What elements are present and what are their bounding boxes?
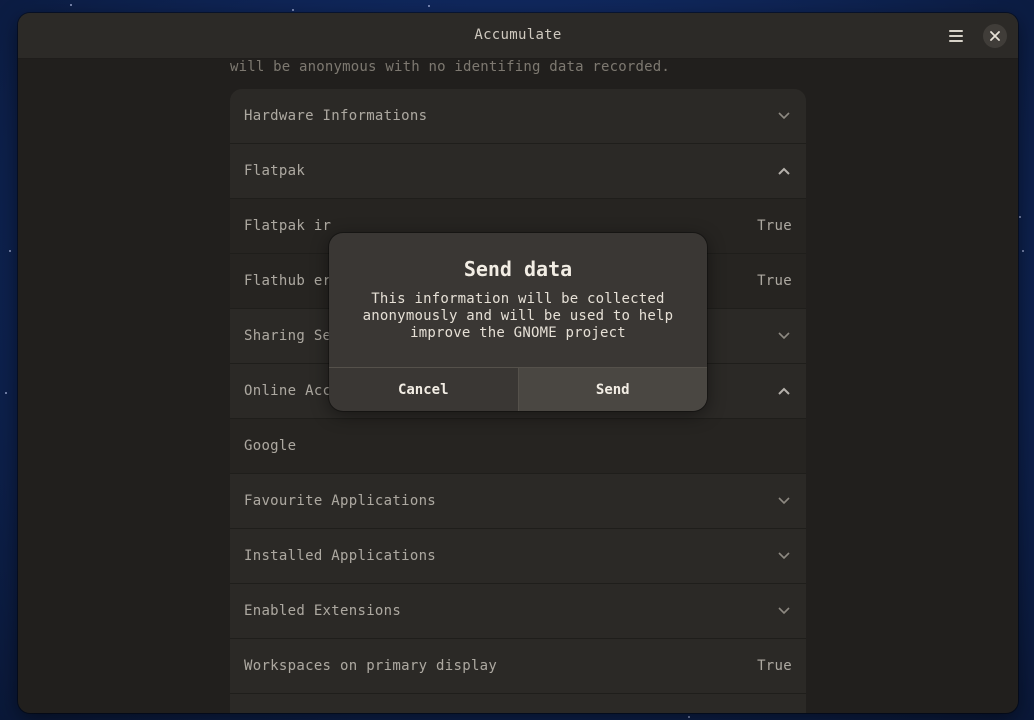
dialog-body-line: improve the GNOME project: [410, 325, 626, 341]
close-icon[interactable]: [983, 24, 1007, 48]
cancel-button[interactable]: Cancel: [329, 368, 518, 411]
scroll-content[interactable]: will be anonymous with no identifing dat…: [18, 59, 1018, 713]
dialog-title: Send data: [463, 257, 573, 281]
hamburger-menu-icon[interactable]: [944, 24, 968, 48]
app-window: Accumulate will be anonymous with no ide…: [18, 13, 1018, 713]
header-bar: Accumulate: [18, 13, 1018, 59]
dialog-button-row: Cancel Send: [329, 367, 707, 411]
send-data-dialog: Send data This information will be colle…: [329, 233, 707, 411]
window-title: Accumulate: [474, 27, 562, 43]
dialog-body: This information will be collected anony…: [349, 291, 687, 342]
dialog-body-line: anonymously and will be used to help: [362, 308, 674, 324]
send-button[interactable]: Send: [517, 368, 707, 411]
dialog-body-line: This information will be collected: [371, 291, 665, 307]
